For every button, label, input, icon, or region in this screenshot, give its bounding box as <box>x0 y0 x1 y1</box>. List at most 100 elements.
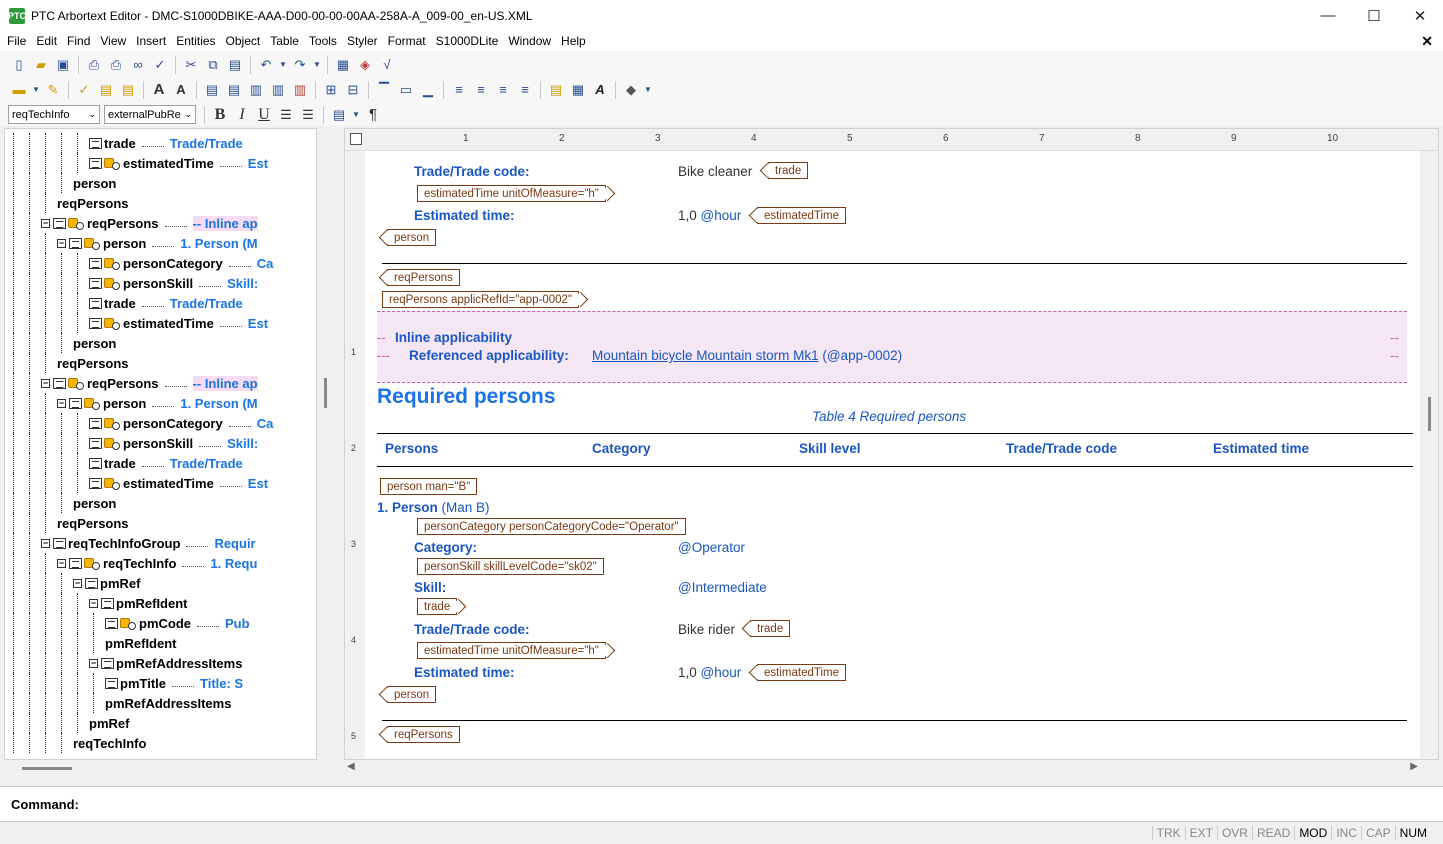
collapse-icon[interactable]: − <box>41 378 50 388</box>
tree-node[interactable]: person <box>73 333 116 353</box>
validate-icon[interactable]: ✓ <box>73 79 95 101</box>
scroll-right-icon[interactable]: ▶ <box>1410 761 1418 772</box>
tree-scroll-thumb[interactable] <box>324 378 327 408</box>
underline-button[interactable]: U <box>253 104 275 126</box>
table-insert-row-above-icon[interactable]: ▤ <box>201 79 223 101</box>
cut-icon[interactable]: ✂ <box>180 54 202 76</box>
tree-node[interactable]: personCategory Ca <box>89 253 273 273</box>
tree-hscroll-thumb[interactable] <box>22 767 72 770</box>
document-content[interactable]: Trade/Trade code: Bike cleaner trade est… <box>365 151 1421 759</box>
valign-middle-icon[interactable]: ▭ <box>395 79 417 101</box>
tree-node[interactable]: − reqTechInfoGroup Requir <box>41 533 256 553</box>
tree-vertical-scrollbar[interactable] <box>318 128 334 760</box>
tree-node[interactable]: − person 1. Person (M <box>57 393 258 413</box>
collapse-icon[interactable]: − <box>57 238 66 248</box>
reqpersons-end-tag[interactable]: reqPersons <box>387 269 460 286</box>
menu-object[interactable]: Object <box>221 31 266 51</box>
tree-node[interactable]: − reqTechInfo 1. Requ <box>57 553 257 573</box>
reqpersons-start-tag[interactable]: reqPersons applicRefId="app-0002" <box>382 291 580 308</box>
valign-top-icon[interactable]: ▔ <box>373 79 395 101</box>
table-insert-row-below-icon[interactable]: ▤ <box>223 79 245 101</box>
collapse-icon[interactable]: − <box>57 558 66 568</box>
document-pane[interactable]: 1 2 3 4 5 6 7 8 9 10 1 2 3 4 5 6 Trade/Trade code: Bik… <box>344 128 1439 760</box>
tree-node[interactable]: personCategory Ca <box>89 413 273 433</box>
estimatedtime-end-tag[interactable]: estimatedTime <box>757 207 846 224</box>
tree-node[interactable]: pmRef <box>89 713 129 733</box>
maximize-button[interactable]: ☐ <box>1351 0 1397 31</box>
collapse-icon[interactable]: − <box>41 218 50 228</box>
tree-node[interactable]: person <box>73 173 116 193</box>
font-larger-icon[interactable]: A <box>148 79 170 101</box>
print-icon[interactable]: ⎙ <box>83 54 105 76</box>
personskill-start-tag[interactable]: personSkill skillLevelCode="sk02" <box>417 558 604 575</box>
applicability-link[interactable]: Mountain bicycle Mountain storm Mk1 <box>592 348 819 363</box>
tree-node[interactable]: trade Trade/Trade <box>89 453 243 473</box>
element-combo[interactable]: reqTechInfo ⌄ <box>8 105 100 124</box>
command-input[interactable] <box>86 793 1426 815</box>
menu-view[interactable]: View <box>95 31 131 51</box>
tree-node[interactable]: reqPersons <box>57 513 129 533</box>
tree-node[interactable]: estimatedTime Est <box>89 473 268 493</box>
trade-start-tag[interactable]: trade <box>417 598 458 615</box>
undo-icon[interactable]: ↶ <box>255 54 277 76</box>
tree-node[interactable]: trade Trade/Trade <box>89 133 243 153</box>
insert-markup-icon[interactable]: ▬ <box>8 79 30 101</box>
menu-entities[interactable]: Entities <box>171 31 220 51</box>
insert-markup-dropdown-icon[interactable]: ▼ <box>30 79 42 101</box>
tree-node[interactable]: − reqPersons -- Inline ap <box>41 373 258 393</box>
tree-node[interactable]: reqPersons <box>57 353 129 373</box>
modify-attributes-icon[interactable]: ▤ <box>117 79 139 101</box>
estimatedtime-start-tag[interactable]: estimatedTime unitOfMeasure="h" <box>417 185 606 202</box>
estimatedtime-end-tag-2[interactable]: estimatedTime <box>757 664 846 681</box>
table-properties-icon[interactable]: ▤ <box>545 79 567 101</box>
table-split-icon[interactable]: ⊟ <box>342 79 364 101</box>
collapse-icon[interactable]: − <box>89 658 98 668</box>
tree-node[interactable]: personSkill Skill: <box>89 433 258 453</box>
table-icon[interactable]: ▦ <box>332 54 354 76</box>
personcategory-start-tag[interactable]: personCategory personCategoryCode="Opera… <box>417 518 686 535</box>
table-merge-icon[interactable]: ⊞ <box>320 79 342 101</box>
menu-window[interactable]: Window <box>503 31 556 51</box>
align-left-icon[interactable]: ≡ <box>448 79 470 101</box>
menu-tools[interactable]: Tools <box>304 31 342 51</box>
tree-node[interactable]: − reqPersons -- Inline ap <box>41 213 258 233</box>
attribute-combo[interactable]: externalPubRe ⌄ <box>104 105 196 124</box>
copy-icon[interactable]: ⧉ <box>202 54 224 76</box>
save-icon[interactable]: ▣ <box>52 54 74 76</box>
document-horizontal-scrollbar[interactable]: ◀ ▶ <box>344 760 1421 776</box>
tree-node[interactable]: pmRefAddressItems <box>105 693 231 713</box>
person-end-tag-2[interactable]: person <box>387 686 437 703</box>
minimize-button[interactable]: — <box>1305 0 1351 31</box>
tree-node[interactable]: pmCode Pub <box>105 613 250 633</box>
numbered-list-icon[interactable]: ☰ <box>275 104 297 126</box>
tree-node[interactable]: person <box>73 493 116 513</box>
cell-properties-icon[interactable]: ▦ <box>567 79 589 101</box>
indent-dropdown-icon[interactable]: ▼ <box>350 104 362 126</box>
table-delete-icon[interactable]: ▥ <box>289 79 311 101</box>
tree-node[interactable]: − pmRefAddressItems <box>89 653 242 673</box>
align-center-icon[interactable]: ≡ <box>470 79 492 101</box>
text-style-icon[interactable]: A <box>589 79 611 101</box>
image-icon[interactable]: ◈ <box>354 54 376 76</box>
paste-icon[interactable]: ▤ <box>224 54 246 76</box>
document-map-tree[interactable]: trade Trade/Trade estimatedTime Est person re… <box>4 128 317 760</box>
tree-horizontal-scrollbar[interactable] <box>4 760 334 776</box>
tree-node[interactable]: reqTechInfo <box>73 733 146 753</box>
tree-node[interactable]: − person 1. Person (M <box>57 233 258 253</box>
undo-dropdown-icon[interactable]: ▼ <box>277 54 289 76</box>
menu-file[interactable]: File <box>2 31 31 51</box>
bulleted-list-icon[interactable]: ☰ <box>297 104 319 126</box>
align-justify-icon[interactable]: ≡ <box>514 79 536 101</box>
align-right-icon[interactable]: ≡ <box>492 79 514 101</box>
collapse-icon[interactable]: − <box>73 578 82 588</box>
tree-node[interactable]: pmTitle Title: S <box>105 673 243 693</box>
open-folder-icon[interactable]: ▰ <box>30 54 52 76</box>
menu-s1000dlite[interactable]: S1000DLite <box>431 31 504 51</box>
reqpersons-end-tag-2[interactable]: reqPersons <box>387 726 460 743</box>
tree-node[interactable]: reqPersons <box>57 193 129 213</box>
redo-dropdown-icon[interactable]: ▼ <box>311 54 323 76</box>
close-button[interactable]: ✕ <box>1397 0 1443 31</box>
tree-node[interactable]: − pmRef <box>73 573 140 593</box>
find-binoculars-icon[interactable]: ∞ <box>127 54 149 76</box>
tree-node[interactable]: personSkill Skill: <box>89 273 258 293</box>
